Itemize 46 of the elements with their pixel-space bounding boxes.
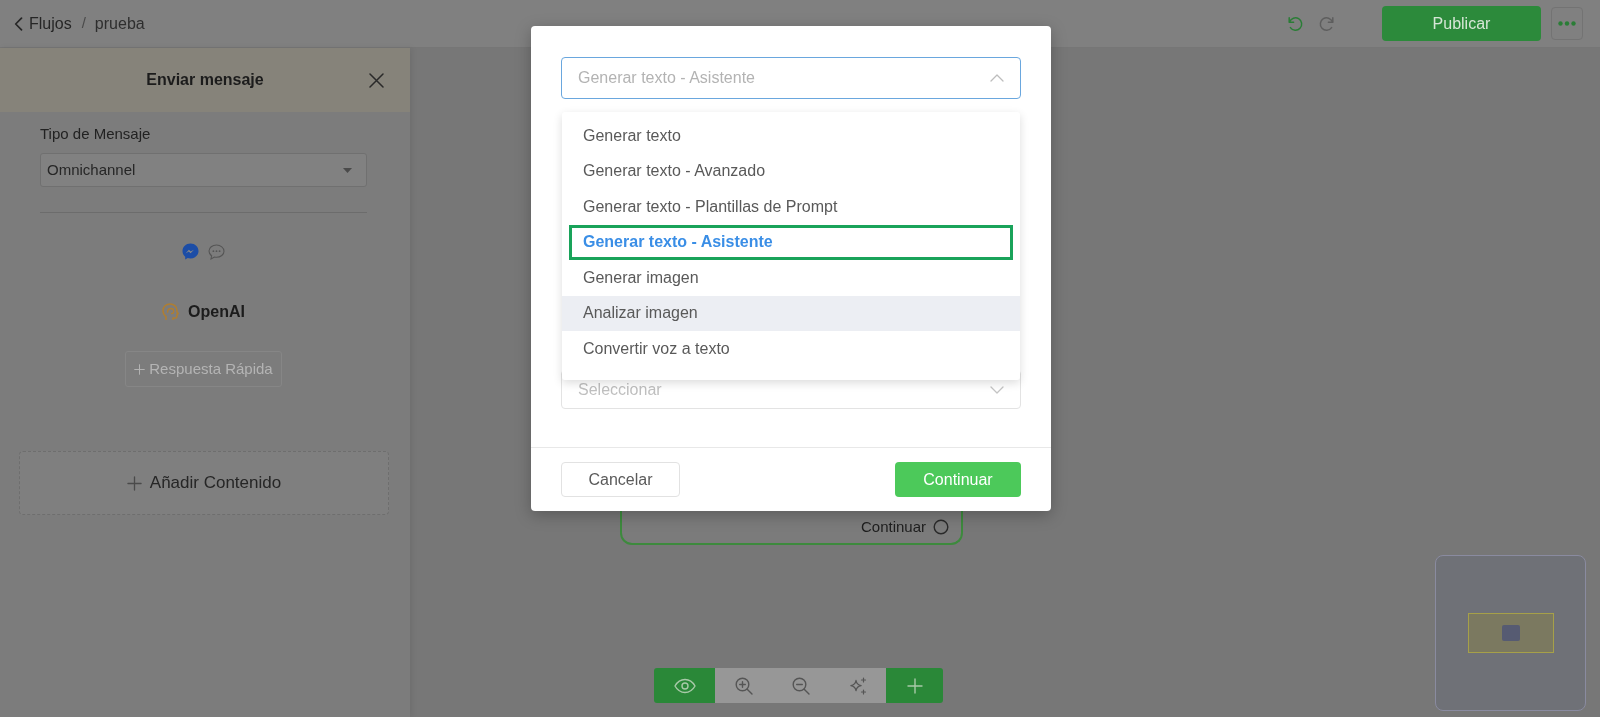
chevron-down-icon [990, 385, 1004, 394]
chat-bolt-icon [182, 243, 199, 260]
integration-name: OpenAI [188, 302, 245, 322]
field-label: Tipo de Mensaje [40, 124, 152, 144]
chat-bubble-icon [208, 243, 225, 260]
dropdown-option[interactable]: Generar imagen [562, 260, 1020, 296]
minimap[interactable] [1435, 555, 1586, 711]
preview-button[interactable] [654, 668, 715, 703]
panel-title: Enviar mensaje [146, 70, 264, 90]
dropdown-option[interactable]: Generar texto [562, 118, 1020, 154]
message-type-select[interactable]: Omnichannel [40, 153, 367, 187]
minimap-viewport[interactable] [1467, 613, 1554, 653]
dropdown-option[interactable]: Analizar imagen [562, 295, 1020, 331]
head-icon [162, 303, 180, 321]
breadcrumb-current: prueba [94, 13, 145, 34]
eye-icon [673, 677, 696, 694]
add-node-button[interactable] [886, 668, 943, 703]
back-link[interactable]: Flujos [14, 11, 72, 36]
undo-icon[interactable] [1287, 15, 1303, 32]
plus-icon [134, 363, 146, 375]
zoom-in-button[interactable] [715, 668, 772, 703]
breadcrumb-separator: / [81, 13, 86, 34]
close-icon[interactable] [369, 72, 384, 88]
cancel-button[interactable]: Cancelar [561, 462, 680, 497]
auto-layout-button[interactable] [829, 668, 886, 703]
zoom-out-icon [791, 676, 810, 695]
connector-circle-icon[interactable] [933, 519, 949, 535]
minimap-node [1501, 625, 1520, 641]
add-content-button[interactable]: Añadir Contenido [19, 451, 389, 515]
chevron-left-icon [14, 16, 23, 31]
continue-button[interactable]: Continuar [895, 462, 1021, 497]
caret-down-icon [343, 167, 352, 173]
dropdown-option[interactable]: Generar texto - Asistente [569, 224, 1013, 260]
sparkle-icon [848, 676, 867, 695]
more-button[interactable] [1551, 7, 1583, 40]
output-label: Continuar [860, 516, 926, 537]
dropdown-option[interactable]: Convertir voz a texto [562, 331, 1020, 367]
plus-icon [126, 475, 142, 491]
dropdown-option[interactable]: Generar texto - Plantillas de Prompt [562, 189, 1020, 225]
chevron-up-icon [990, 74, 1004, 82]
zoom-in-icon [734, 676, 753, 695]
plus-icon [906, 677, 923, 694]
publish-button[interactable]: Publicar [1382, 6, 1541, 41]
more-icon [1558, 21, 1576, 26]
model-select[interactable]: Generar texto - Asistente [561, 57, 1021, 99]
dropdown-option[interactable]: Generar texto - Avanzado [562, 153, 1020, 189]
